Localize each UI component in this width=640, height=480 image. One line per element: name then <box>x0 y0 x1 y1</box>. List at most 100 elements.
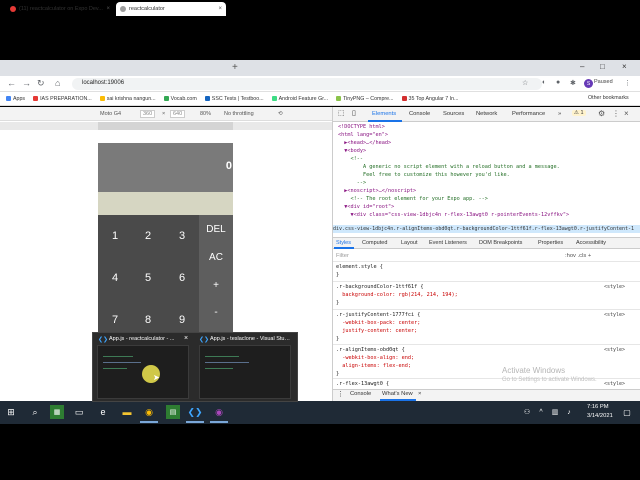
tab-elements[interactable]: Elements <box>372 111 396 117</box>
tab-sources[interactable]: Sources <box>443 111 464 117</box>
more-options-icon[interactable]: ⋮ <box>612 109 620 118</box>
css-rule-selector[interactable]: element.style { <box>336 263 383 271</box>
delete-button[interactable]: DEL <box>199 224 233 235</box>
tab-dom-breakpoints[interactable]: DOM Breakpoints <box>479 240 522 246</box>
warning-count-badge[interactable]: ⚠ 1 <box>572 110 586 116</box>
windows-start-icon[interactable]: ⊞ <box>4 405 18 419</box>
close-thumbnail-icon[interactable]: × <box>184 335 188 342</box>
tray-chevron-up-icon[interactable]: ^ <box>534 405 548 419</box>
bookmark-item[interactable]: TinyPNG – Compre... <box>336 96 394 102</box>
thumbnail-preview-teslaclone[interactable] <box>199 345 291 399</box>
digit-button-3[interactable]: 3 <box>167 230 197 242</box>
back-arrow-icon[interactable]: ← <box>7 78 16 88</box>
more-tabs-icon[interactable]: » <box>558 111 561 117</box>
tab-properties[interactable]: Properties <box>538 240 563 246</box>
css-rule-selector[interactable]: .r-backgroundColor-1ttf61f { <box>336 283 423 291</box>
notepad-app-icon[interactable]: ▤ <box>166 405 180 419</box>
tab-performance[interactable]: Performance <box>512 111 545 117</box>
new-tab-button[interactable]: + <box>232 62 238 73</box>
subtract-button[interactable]: - <box>199 307 233 318</box>
spreadsheet-app-icon[interactable]: ▦ <box>50 405 64 419</box>
tab-styles[interactable]: Styles <box>336 240 351 246</box>
extension-icon[interactable]: ◐ <box>542 79 546 86</box>
css-declaration[interactable]: justify-content: center; <box>336 327 417 335</box>
vscode-icon[interactable]: ❮❯ <box>187 405 202 419</box>
tab-accessibility[interactable]: Accessibility <box>576 240 606 246</box>
edge-browser-icon[interactable]: e <box>96 405 110 419</box>
bookmark-item[interactable]: SSC Tests | Testboo... <box>204 96 264 102</box>
rotate-icon[interactable]: ⟲ <box>278 111 283 117</box>
device-width-input[interactable]: 360 <box>140 110 156 118</box>
dom-comment-line[interactable]: <!-- <box>338 156 363 162</box>
bookmark-item[interactable]: sai krishna nangun... <box>99 96 156 102</box>
dom-comment-line[interactable]: A generic no script element with a reloa… <box>338 164 638 170</box>
digit-button-9[interactable]: 9 <box>167 314 197 326</box>
device-height-input[interactable]: 640 <box>170 110 186 118</box>
css-rule-origin[interactable]: <style> <box>604 284 625 290</box>
close-tab-icon[interactable]: × <box>218 6 222 12</box>
bookmark-item[interactable]: 35 Top Angular 7 In... <box>401 96 459 102</box>
other-bookmarks[interactable]: Other bookmarks <box>588 95 629 101</box>
styles-filter-tools[interactable]: :hov .cls + <box>565 253 591 259</box>
notifications-icon[interactable]: ▢ <box>620 405 634 419</box>
tab-event-listeners[interactable]: Event Listeners <box>429 240 467 246</box>
bookmark-item[interactable]: Apps <box>6 96 25 102</box>
bookmark-item[interactable]: IAS PREPARATION... <box>33 96 92 102</box>
tab-computed[interactable]: Computed <box>362 240 387 246</box>
inspect-element-icon[interactable]: ⬚ <box>338 109 345 117</box>
bookmark-star-icon[interactable]: ☆ <box>522 79 528 87</box>
add-button[interactable]: + <box>199 280 233 291</box>
extension-icon[interactable]: ● <box>556 79 560 86</box>
css-rule-origin[interactable]: <style> <box>604 312 625 318</box>
address-bar[interactable] <box>72 78 542 90</box>
close-window-icon[interactable]: × <box>622 62 627 71</box>
dom-comment-line[interactable]: Feel free to customize this however you'… <box>338 172 638 178</box>
drawer-tab-whats-new[interactable]: What's New <box>382 391 413 397</box>
home-icon[interactable]: ⌂ <box>55 78 60 88</box>
dom-comment-line[interactable]: --> <box>338 180 366 186</box>
chrome-canary-icon[interactable]: ◉ <box>212 405 226 419</box>
drawer-menu-icon[interactable]: ⋮ <box>337 390 344 398</box>
dom-line[interactable]: ▼<div class="css-view-1dbjc4n r-flex-13a… <box>338 212 638 218</box>
tab-network[interactable]: Network <box>476 111 497 117</box>
digit-button-7[interactable]: 7 <box>100 314 130 326</box>
dom-line[interactable]: ▶<noscript>…</noscript> <box>338 188 416 194</box>
search-icon[interactable]: ⌕ <box>28 405 42 419</box>
bookmark-item[interactable]: Vocab.com <box>163 96 197 102</box>
device-toggle-icon[interactable]: ▯ <box>352 109 356 117</box>
css-rule-origin[interactable]: <style> <box>604 381 625 387</box>
dom-comment-line[interactable]: <!-- The root element for your Expo app.… <box>338 196 487 202</box>
digit-button-5[interactable]: 5 <box>133 272 163 284</box>
digit-button-6[interactable]: 6 <box>167 272 197 284</box>
clock-time[interactable]: 7:16 PM <box>587 404 609 410</box>
bookmark-item[interactable]: Android Feature Gr... <box>271 96 328 102</box>
reload-icon[interactable]: ↻ <box>37 78 45 89</box>
profile-avatar[interactable]: S <box>584 79 593 88</box>
digit-button-8[interactable]: 8 <box>133 314 163 326</box>
throttle-select[interactable]: No throttling <box>224 111 254 117</box>
minimize-window-icon[interactable]: – <box>580 62 584 71</box>
css-declaration[interactable]: background-color: rgb(214, 214, 194); <box>336 291 458 299</box>
dom-line[interactable]: ▼<div id="root"> <box>338 204 394 210</box>
network-icon[interactable]: ▥ <box>548 405 562 419</box>
forward-arrow-icon[interactable]: → <box>22 78 31 88</box>
device-select[interactable]: Moto G4 <box>100 111 121 117</box>
digit-button-4[interactable]: 4 <box>100 272 130 284</box>
puzzle-extensions-icon[interactable]: ✱ <box>570 79 576 87</box>
dom-line[interactable]: ▶<head>…</head> <box>338 140 391 146</box>
styles-filter-input[interactable]: Filter <box>336 253 349 259</box>
zoom-select[interactable]: 80% <box>200 111 211 117</box>
menu-kebab-icon[interactable]: ⋮ <box>624 79 631 87</box>
close-devtools-icon[interactable]: × <box>624 109 629 118</box>
css-declaration[interactable]: -webkit-box-pack: center; <box>336 319 420 327</box>
css-rule-selector[interactable]: .r-flex-13awgt0 { <box>336 380 389 388</box>
people-icon[interactable]: ⚇ <box>520 405 534 419</box>
maximize-window-icon[interactable]: □ <box>600 62 605 71</box>
dom-line[interactable]: <html lang="en"> <box>338 132 388 138</box>
css-rule-selector[interactable]: .r-justifyContent-1777fci { <box>336 311 420 319</box>
settings-gear-icon[interactable]: ⚙ <box>598 109 605 118</box>
file-explorer-icon[interactable]: ▬ <box>120 405 134 419</box>
browser-tab-reactcalculator[interactable]: reactcalculator × <box>116 2 226 16</box>
task-view-icon[interactable]: ▭ <box>72 405 86 419</box>
chrome-icon[interactable]: ◉ <box>142 405 156 419</box>
